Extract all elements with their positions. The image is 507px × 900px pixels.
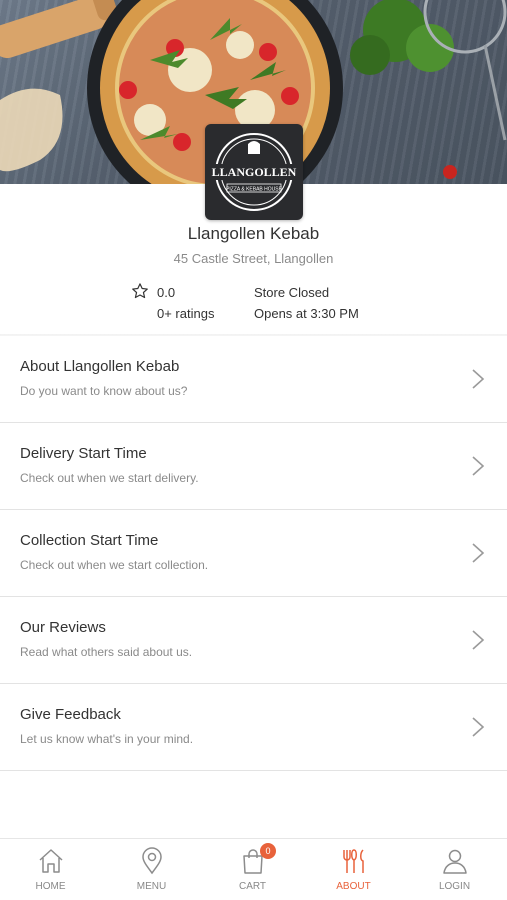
chevron-right-icon bbox=[472, 630, 485, 650]
tab-label: LOGIN bbox=[438, 881, 471, 892]
tab-cart[interactable]: 0 CART bbox=[202, 839, 303, 900]
svg-text:PIZZA & KEBAB HOUSE: PIZZA & KEBAB HOUSE bbox=[226, 187, 283, 193]
menu-item-subtitle: Read what others said about us. bbox=[20, 645, 193, 659]
tab-about[interactable]: ABOUT bbox=[303, 839, 404, 900]
about-menu-list: About Llangollen Kebab Do you want to kn… bbox=[0, 336, 507, 771]
menu-item-feedback[interactable]: Give Feedback Let us know what's in your… bbox=[0, 684, 507, 771]
svg-text:LLANGOLLEN: LLANGOLLEN bbox=[212, 165, 297, 179]
menu-item-title: Delivery Start Time bbox=[20, 445, 147, 462]
tab-label: CART bbox=[238, 881, 267, 892]
menu-item-title: Collection Start Time bbox=[20, 532, 159, 549]
star-icon bbox=[132, 283, 148, 299]
menu-item-about[interactable]: About Llangollen Kebab Do you want to kn… bbox=[0, 336, 507, 423]
store-logo: LLANGOLLEN PIZZA & KEBAB HOUSE bbox=[205, 124, 303, 220]
menu-item-title: About Llangollen Kebab bbox=[20, 358, 180, 375]
menu-item-title: Our Reviews bbox=[20, 619, 106, 636]
chevron-right-icon bbox=[472, 543, 485, 563]
rating-value: 0.0 bbox=[157, 285, 176, 300]
store-name: Llangollen Kebab bbox=[187, 224, 320, 243]
tab-label: MENU bbox=[136, 881, 167, 892]
menu-item-title: Give Feedback bbox=[20, 706, 121, 723]
chevron-right-icon bbox=[472, 369, 485, 389]
menu-item-subtitle: Check out when we start delivery. bbox=[20, 471, 199, 485]
menu-item-subtitle: Check out when we start collection. bbox=[20, 558, 209, 572]
tab-label: ABOUT bbox=[336, 881, 371, 892]
map-pin-icon bbox=[141, 847, 162, 875]
store-stats: 0.0 0+ ratings Store Closed Opens at 3:3… bbox=[0, 282, 507, 322]
tab-label: HOME bbox=[35, 881, 66, 892]
menu-item-reviews[interactable]: Our Reviews Read what others said about … bbox=[0, 597, 507, 684]
ratings-count: 0+ ratings bbox=[157, 306, 215, 321]
opening-time: Opens at 3:30 PM bbox=[254, 306, 359, 321]
store-status: Store Closed bbox=[254, 285, 330, 300]
home-icon bbox=[38, 849, 63, 873]
chevron-right-icon bbox=[472, 456, 485, 476]
tab-home[interactable]: HOME bbox=[0, 839, 101, 900]
bottom-tab-bar: HOME MENU 0 CART ABOUT LOGIN bbox=[0, 838, 507, 900]
fork-knife-icon bbox=[342, 849, 364, 873]
user-icon bbox=[442, 849, 467, 874]
menu-item-subtitle: Do you want to know about us? bbox=[20, 384, 188, 398]
menu-item-collection-start-time[interactable]: Collection Start Time Check out when we … bbox=[0, 510, 507, 597]
cart-count-badge: 0 bbox=[260, 843, 276, 859]
tab-menu[interactable]: MENU bbox=[101, 839, 202, 900]
menu-item-subtitle: Let us know what's in your mind. bbox=[20, 732, 194, 746]
menu-item-delivery-start-time[interactable]: Delivery Start Time Check out when we st… bbox=[0, 423, 507, 510]
store-address: 45 Castle Street, Llangollen bbox=[173, 251, 334, 266]
chevron-right-icon bbox=[472, 717, 485, 737]
tab-login[interactable]: LOGIN bbox=[404, 839, 505, 900]
